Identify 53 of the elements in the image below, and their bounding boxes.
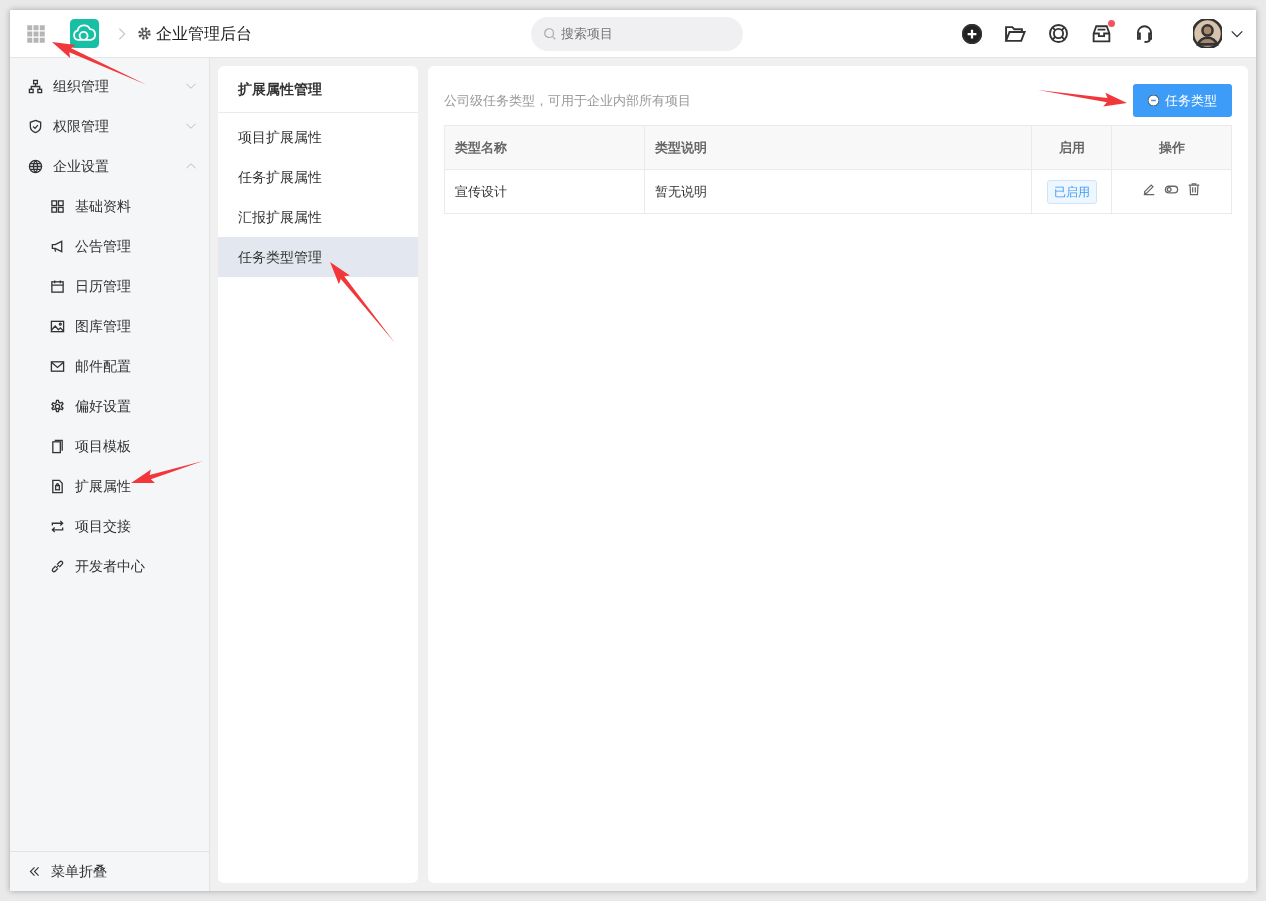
app-title: 企业管理后台 bbox=[156, 22, 252, 45]
search-field[interactable]: 搜索项目 bbox=[531, 16, 743, 51]
sidebar-item[interactable]: 组织管理 bbox=[10, 66, 209, 106]
table-cell: 宣传设计 bbox=[444, 169, 645, 214]
gear-icon bbox=[137, 26, 152, 41]
delete-icon[interactable] bbox=[1187, 182, 1201, 196]
shield-icon bbox=[28, 118, 43, 134]
sidebar-item[interactable]: 邮件配置 bbox=[10, 346, 209, 386]
subnav-item[interactable]: 任务类型管理 bbox=[218, 237, 418, 278]
sidebar-item[interactable]: 公告管理 bbox=[10, 226, 209, 266]
gear-icon bbox=[50, 398, 65, 414]
sidebar-item[interactable]: 权限管理 bbox=[10, 106, 209, 146]
double-chevron-left-icon bbox=[28, 865, 41, 878]
document-copy-icon bbox=[50, 438, 65, 454]
grid-icon bbox=[50, 198, 65, 214]
search-icon bbox=[543, 26, 557, 41]
description-text: 公司级任务类型，可用于企业内部所有项目 bbox=[444, 91, 691, 110]
avatar[interactable] bbox=[1193, 19, 1222, 48]
sidebar-item[interactable]: 开发者中心 bbox=[10, 546, 209, 586]
column-header: 类型名称 bbox=[444, 125, 645, 170]
mail-icon bbox=[50, 358, 65, 374]
link-icon bbox=[50, 558, 65, 574]
subnav-item[interactable]: 任务扩展属性 bbox=[218, 157, 418, 198]
collapse-menu-button[interactable]: 菜单折叠 bbox=[10, 851, 209, 891]
cloud-logo bbox=[70, 19, 99, 48]
edit-icon[interactable] bbox=[1142, 182, 1156, 196]
calendar-icon bbox=[50, 278, 65, 294]
column-header: 类型说明 bbox=[644, 125, 1032, 170]
table-cell: 暂无说明 bbox=[644, 169, 1032, 214]
sidebar-item[interactable]: 基础资料 bbox=[10, 186, 209, 226]
annotation-arrow bbox=[131, 461, 203, 483]
sidebar-item[interactable]: 项目交接 bbox=[10, 506, 209, 546]
column-header: 操作 bbox=[1111, 125, 1232, 170]
subnav-item[interactable]: 汇报扩展属性 bbox=[218, 197, 418, 238]
subnav-item[interactable]: 项目扩展属性 bbox=[218, 117, 418, 158]
column-header: 启用 bbox=[1031, 125, 1112, 170]
megaphone-icon bbox=[50, 238, 65, 254]
document-icon bbox=[50, 478, 65, 494]
lifebuoy-icon[interactable] bbox=[1048, 23, 1069, 44]
image-icon bbox=[50, 318, 65, 334]
swap-arrows-icon bbox=[50, 518, 65, 534]
globe-icon bbox=[28, 158, 43, 174]
inbox-icon[interactable] bbox=[1091, 23, 1112, 44]
headset-icon[interactable] bbox=[1134, 23, 1155, 44]
sidebar-item[interactable]: 偏好设置 bbox=[10, 386, 209, 426]
panel-heading: 扩展属性管理 bbox=[218, 66, 418, 114]
sidebar-item[interactable]: 日历管理 bbox=[10, 266, 209, 306]
sidebar-item[interactable]: 企业设置 bbox=[10, 146, 209, 186]
sidebar-item[interactable]: 图库管理 bbox=[10, 306, 209, 346]
sidebar-item[interactable]: 项目模板 bbox=[10, 426, 209, 466]
org-chart-icon bbox=[28, 78, 43, 94]
status-badge: 已启用 bbox=[1046, 179, 1097, 204]
sidebar-item[interactable]: 扩展属性 bbox=[10, 466, 209, 506]
